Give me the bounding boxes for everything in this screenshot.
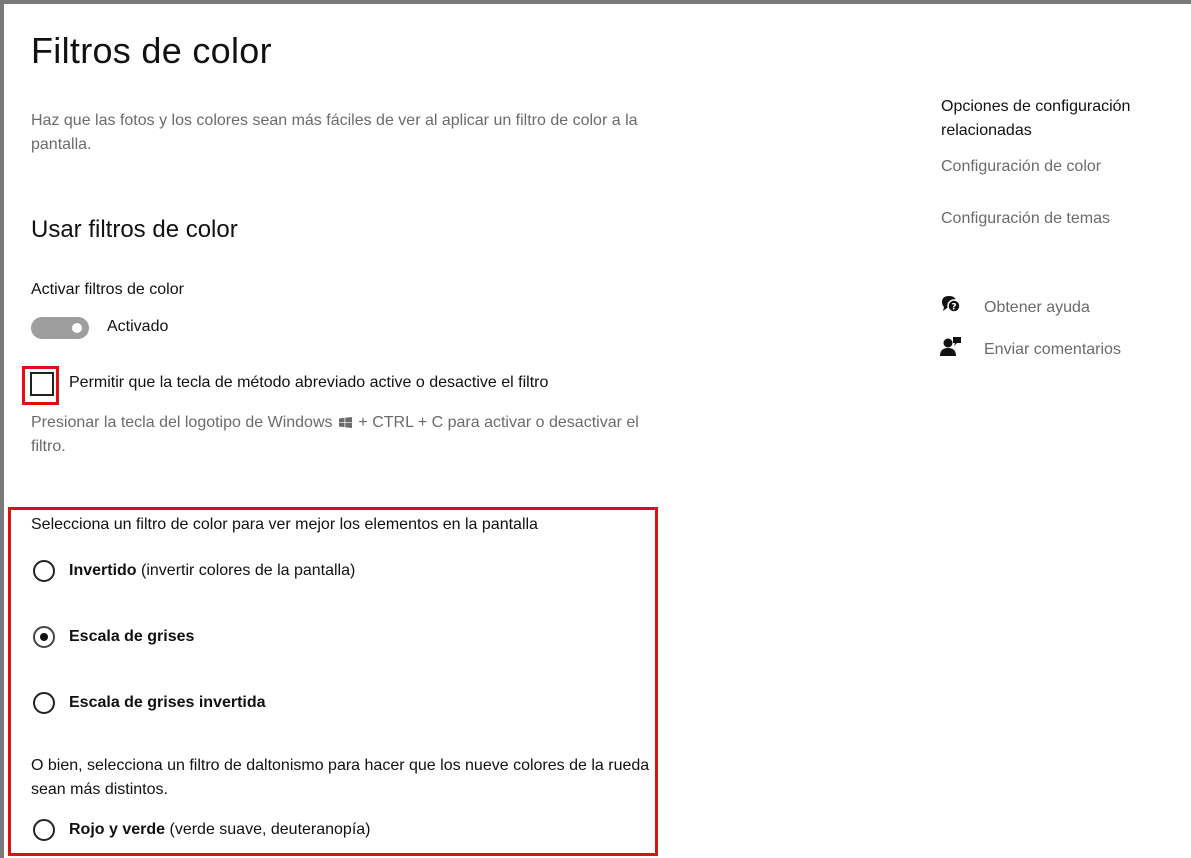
option-invertido-name: Invertido bbox=[69, 562, 137, 579]
related-settings-heading: Opciones de configuración relacionadas bbox=[941, 98, 1131, 139]
filters-highlight bbox=[8, 507, 658, 856]
color-filter-toggle[interactable] bbox=[31, 317, 89, 339]
option-escala-de-grises-label[interactable]: Escala de grises bbox=[69, 628, 194, 646]
link-theme-settings[interactable]: Configuración de temas bbox=[941, 210, 1110, 228]
shortcut-checkbox-label[interactable]: Permitir que la tecla de método abreviad… bbox=[69, 374, 548, 392]
feedback-link[interactable]: Enviar comentarios bbox=[984, 341, 1121, 359]
option-invertido-label[interactable]: Invertido (invertir colores de la pantal… bbox=[69, 562, 355, 580]
colorblind-prompt: O bien, selecciona un filtro de daltonis… bbox=[31, 757, 650, 798]
link-color-settings[interactable]: Configuración de color bbox=[941, 158, 1101, 176]
shortcut-hint: Presionar la tecla del logotipo de Windo… bbox=[31, 411, 651, 459]
option-escala-de-grises-invertida-label[interactable]: Escala de grises invertida bbox=[69, 694, 266, 712]
option-invertido-detail: (invertir colores de la pantalla) bbox=[141, 562, 356, 579]
option-escala-de-grises-invertida-name: Escala de grises invertida bbox=[69, 694, 266, 711]
radio-escala-de-grises[interactable] bbox=[33, 626, 55, 648]
option-rojo-y-verde-name: Rojo y verde bbox=[69, 821, 166, 838]
svg-text:?: ? bbox=[951, 303, 956, 313]
windows-logo-icon bbox=[338, 417, 352, 428]
feedback-person-icon bbox=[940, 337, 961, 356]
page-description: Haz que las fotos y los colores sean más… bbox=[31, 112, 638, 153]
section-heading: Usar filtros de color bbox=[31, 216, 238, 243]
page-title: Filtros de color bbox=[31, 30, 272, 71]
toggle-knob bbox=[72, 323, 82, 333]
radio-escala-de-grises-invertida[interactable] bbox=[33, 692, 55, 714]
option-rojo-y-verde-detail: (verde suave, deuteranopía) bbox=[169, 821, 371, 838]
radio-rojo-y-verde[interactable] bbox=[33, 819, 55, 841]
radio-selected-dot bbox=[40, 633, 48, 641]
filter-prompt: Selecciona un filtro de color para ver m… bbox=[31, 516, 538, 533]
toggle-state-label: Activado bbox=[107, 318, 169, 335]
help-chat-icon: ? bbox=[942, 296, 961, 313]
shortcut-checkbox[interactable] bbox=[30, 372, 54, 396]
hint-text-before: Presionar la tecla del logotipo de Windo… bbox=[31, 414, 333, 431]
option-rojo-y-verde-label[interactable]: Rojo y verde (verde suave, deuteranopía) bbox=[69, 821, 371, 839]
help-link[interactable]: Obtener ayuda bbox=[984, 299, 1090, 317]
toggle-label: Activar filtros de color bbox=[31, 281, 184, 298]
option-escala-de-grises-name: Escala de grises bbox=[69, 628, 195, 645]
radio-invertido[interactable] bbox=[33, 560, 55, 582]
